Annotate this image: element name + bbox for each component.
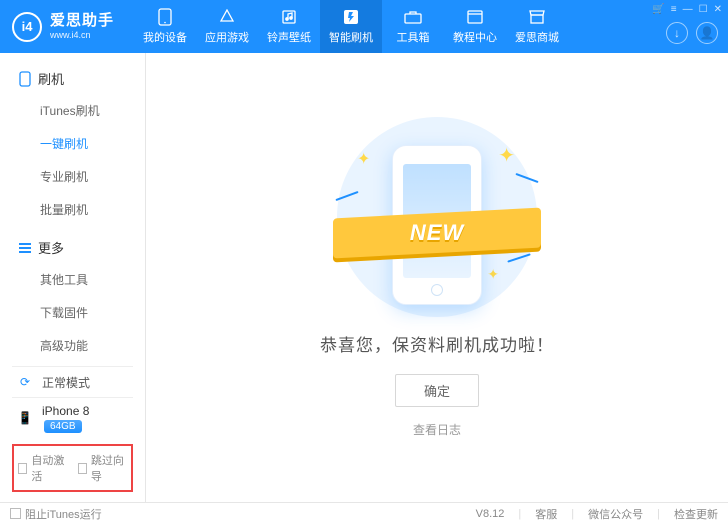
statusbar: 阻止iTunes运行 V8.12 | 客服 | 微信公众号 | 检查更新 <box>0 502 728 524</box>
nav-ringtones[interactable]: 铃声壁纸 <box>258 0 320 53</box>
window-controls: 🛒 ≡ — ☐ ✕ <box>652 4 722 15</box>
nav-label: 教程中心 <box>453 29 497 45</box>
store-icon <box>528 8 546 26</box>
toolbox-icon <box>404 8 422 26</box>
post-flash-options: 自动激活 跳过向导 <box>12 444 133 492</box>
device-mode-row[interactable]: ⟳ 正常模式 <box>12 366 133 397</box>
more-icon <box>18 241 32 255</box>
star-icon: ✦ <box>357 149 370 169</box>
wechat-link[interactable]: 微信公众号 <box>588 506 643 522</box>
sidebar-group-title: 更多 <box>38 238 64 257</box>
device-mode-label: 正常模式 <box>42 374 90 391</box>
phone-flash-icon <box>18 72 32 86</box>
confirm-button[interactable]: 确定 <box>395 374 479 407</box>
download-button[interactable]: ↓ <box>666 22 688 44</box>
apps-icon <box>218 8 236 26</box>
minimize-button[interactable]: — <box>683 4 693 15</box>
nav-smart-flash[interactable]: 智能刷机 <box>320 0 382 53</box>
close-button[interactable]: ✕ <box>714 4 722 15</box>
titlebar: i4 爱思助手 www.i4.cn 我的设备 应用游戏 铃声壁纸 智能刷机 工具… <box>0 0 728 53</box>
menu-icon[interactable]: ≡ <box>671 4 677 15</box>
sidebar: 刷机 iTunes刷机 一键刷机 专业刷机 批量刷机 更多 其他工具 下载固件 … <box>0 53 146 502</box>
nav-label: 智能刷机 <box>329 29 373 45</box>
support-link[interactable]: 客服 <box>535 506 557 522</box>
nav-toolbox[interactable]: 工具箱 <box>382 0 444 53</box>
maximize-button[interactable]: ☐ <box>699 4 708 15</box>
app-url: www.i4.cn <box>50 30 114 41</box>
sidebar-group-title: 刷机 <box>38 69 64 88</box>
sidebar-item-advanced[interactable]: 高级功能 <box>0 329 145 358</box>
sync-icon: ⟳ <box>16 373 34 391</box>
nav-my-device[interactable]: 我的设备 <box>134 0 196 53</box>
nav-label: 我的设备 <box>143 29 187 45</box>
version-label: V8.12 <box>476 508 505 520</box>
nav-apps[interactable]: 应用游戏 <box>196 0 258 53</box>
top-nav: 我的设备 应用游戏 铃声壁纸 智能刷机 工具箱 教程中心 爱思商城 <box>134 0 568 53</box>
device-icon: 📱 <box>16 409 34 427</box>
cart-icon[interactable]: 🛒 <box>652 4 664 15</box>
app-logo: i4 爱思助手 www.i4.cn <box>0 12 126 42</box>
success-message: 恭喜您，保资料刷机成功啦！ <box>320 331 554 356</box>
check-update-link[interactable]: 检查更新 <box>674 506 718 522</box>
auto-activate-checkbox[interactable]: 自动激活 <box>18 452 68 484</box>
main-panel: ✦ ✦ ✦ NEW 恭喜您，保资料刷机成功啦！ 确定 查看日志 <box>146 53 728 502</box>
phone-icon <box>156 8 174 26</box>
nav-tutorials[interactable]: 教程中心 <box>444 0 506 53</box>
sidebar-item-other-tools[interactable]: 其他工具 <box>0 263 145 296</box>
device-name: iPhone 8 <box>42 404 89 418</box>
star-icon: ✦ <box>487 266 499 283</box>
logo-icon: i4 <box>12 12 42 42</box>
device-storage-badge: 64GB <box>44 420 82 433</box>
nav-store[interactable]: 爱思商城 <box>506 0 568 53</box>
nav-label: 铃声壁纸 <box>267 29 311 45</box>
sidebar-group-more[interactable]: 更多 <box>0 232 145 263</box>
nav-label: 工具箱 <box>397 29 430 45</box>
nav-label: 爱思商城 <box>515 29 559 45</box>
music-icon <box>280 8 298 26</box>
sidebar-item-pro-flash[interactable]: 专业刷机 <box>0 160 145 193</box>
skip-guide-checkbox[interactable]: 跳过向导 <box>78 452 128 484</box>
view-log-link[interactable]: 查看日志 <box>413 421 461 438</box>
success-illustration: ✦ ✦ ✦ NEW <box>337 117 537 317</box>
sidebar-item-batch-flash[interactable]: 批量刷机 <box>0 193 145 226</box>
flash-icon <box>342 8 360 26</box>
star-icon: ✦ <box>498 143 515 168</box>
block-itunes-checkbox[interactable]: 阻止iTunes运行 <box>10 506 102 522</box>
device-row[interactable]: 📱 iPhone 8 64GB <box>12 397 133 438</box>
sidebar-item-download-firmware[interactable]: 下载固件 <box>0 296 145 329</box>
account-button[interactable]: 👤 <box>696 22 718 44</box>
book-icon <box>466 8 484 26</box>
nav-label: 应用游戏 <box>205 29 249 45</box>
sidebar-item-itunes-flash[interactable]: iTunes刷机 <box>0 94 145 127</box>
sidebar-item-onekey-flash[interactable]: 一键刷机 <box>0 127 145 160</box>
sidebar-group-flash[interactable]: 刷机 <box>0 63 145 94</box>
app-name: 爱思助手 <box>50 12 114 30</box>
new-ribbon: NEW <box>333 209 541 257</box>
